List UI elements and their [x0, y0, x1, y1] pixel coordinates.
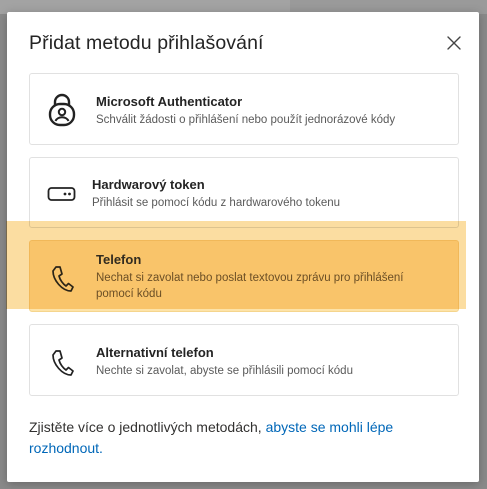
learn-more-link[interactable]: abyste se mohli lépe — [266, 419, 394, 435]
learn-more-link-continued[interactable]: rozhodnout. — [29, 440, 103, 456]
method-alternate-phone[interactable]: Alternativní telefon Nechte si zavolat, … — [29, 324, 459, 396]
method-hardware-token[interactable]: Hardwarový token Přihlásit se pomocí kód… — [29, 157, 459, 228]
add-sign-in-method-dialog: Přidat metodu přihlašování Microsoft Aut… — [7, 12, 479, 482]
authenticator-lock-icon — [44, 92, 80, 128]
close-icon — [447, 36, 461, 50]
phone-icon — [44, 345, 80, 381]
method-name: Hardwarový token — [92, 177, 205, 192]
method-description: Nechte si zavolat, abyste se přihlásili … — [96, 365, 353, 377]
phone-icon — [44, 261, 80, 297]
method-name: Telefon — [96, 252, 142, 267]
method-description-line2: pomocí kódu — [96, 288, 162, 300]
method-description: Schválit žádosti o přihlášení nebo použí… — [96, 114, 396, 126]
learn-more-prefix: Zjistěte více o jednotlivých metodách, — [29, 419, 266, 435]
hardware-token-icon — [44, 176, 80, 212]
method-microsoft-authenticator[interactable]: Microsoft Authenticator Schválit žádosti… — [29, 73, 459, 145]
method-description: Přihlásit se pomocí kódu z hardwarového … — [92, 197, 341, 209]
dialog-title: Přidat metodu přihlašování — [29, 32, 264, 54]
method-name: Microsoft Authenticator — [96, 94, 243, 109]
method-name: Alternativní telefon — [96, 345, 214, 360]
method-description-line1: Nechat si zavolat nebo poslat textovou z… — [96, 272, 404, 284]
learn-more-text: Zjistěte více o jednotlivých metodách, a… — [29, 417, 449, 459]
method-phone[interactable]: Telefon Nechat si zavolat nebo poslat te… — [29, 240, 459, 312]
close-button[interactable] — [443, 32, 465, 54]
